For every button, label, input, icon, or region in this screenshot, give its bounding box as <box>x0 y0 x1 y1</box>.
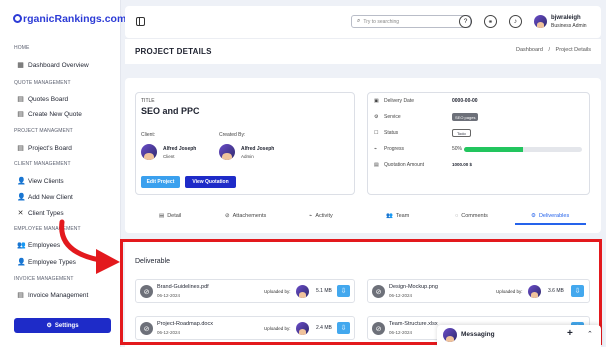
creator-role: Admin <box>241 154 254 159</box>
breadcrumb-dashboard[interactable]: Dashboard <box>516 47 543 53</box>
tab-detail[interactable]: ▤ Detail <box>159 213 181 219</box>
users-icon: 👥 <box>17 242 26 249</box>
activity-icon: ⌁ <box>309 213 313 219</box>
project-details-card: ▣ Delivery Date 0000-00-00 ⚙ Service SEO… <box>367 92 590 195</box>
delivery-date-value: 0000-00-00 <box>452 98 478 104</box>
status-badge: Todo <box>452 129 471 137</box>
user-name: bjwraleigh <box>551 15 581 21</box>
progress-value: 50% <box>452 146 463 152</box>
created-by-label: Created By: <box>219 132 246 138</box>
user-icon: 👤 <box>17 259 26 266</box>
amount-value: 1000.00 $ <box>452 162 473 167</box>
section-home: HOME <box>14 45 30 51</box>
client-name: Alfred Joseph <box>163 146 197 152</box>
sidebar-item-dashboard[interactable]: ▦ Dashboard Overview <box>17 61 89 70</box>
deliverables-icon: ⚙ <box>531 213 536 219</box>
add-user-icon: 👤 <box>17 194 26 201</box>
gear-icon: ⚙ <box>46 323 52 329</box>
team-icon: 👥 <box>386 213 393 219</box>
amount-label: Quotation Amount <box>384 162 425 168</box>
tab-deliverables[interactable]: ⚙ Deliverables <box>531 213 569 219</box>
progress-label: Progress <box>384 146 405 152</box>
sidebar-item-add-client[interactable]: 👤 Add New Client <box>17 193 73 202</box>
page-title: PROJECT DETAILS <box>135 47 212 56</box>
bell-icon[interactable]: ♪ <box>509 15 522 28</box>
search-icon: ⌕ <box>357 18 361 24</box>
messaging-avatar <box>443 328 457 342</box>
tab-attachments[interactable]: ⊘ Attachements <box>225 213 266 219</box>
section-quote: QUOTE MANAGEMENT <box>14 80 71 86</box>
sidebar-item-create-quote[interactable]: ▤ Create New Quote <box>17 110 82 119</box>
client-role: Client <box>163 154 175 159</box>
section-client: CLIENT MANAGEMENT <box>14 161 71 167</box>
help-icon[interactable]: ? <box>459 15 472 28</box>
chevron-up-icon[interactable]: ⌃ <box>587 330 593 338</box>
creator-avatar <box>219 144 235 160</box>
progress-fill <box>464 147 523 152</box>
project-title: SEO and PPC <box>141 106 200 116</box>
progress-icon: ⌁ <box>374 146 378 152</box>
document-icon: ▤ <box>17 111 24 118</box>
project-panel: TITLE SEO and PPC Client: Alfred Joseph … <box>125 78 601 233</box>
logo-o-icon <box>13 14 22 23</box>
sidebar: rganicRankings.com HOME ▦ Dashboard Overv… <box>0 0 126 347</box>
sidebar-item-quotes-board[interactable]: ▤ Quotes Board <box>17 95 68 104</box>
page-header: PROJECT DETAILS Dashboard / Project Deta… <box>125 38 601 64</box>
user-role: Business Admin <box>551 23 587 29</box>
settings-button[interactable]: ⚙ Settings <box>14 318 111 333</box>
title-label: TITLE <box>141 98 155 104</box>
view-quotation-button[interactable]: View Quotation <box>185 176 236 188</box>
breadcrumb-separator: / <box>548 47 550 53</box>
board-icon: ▤ <box>17 145 24 152</box>
service-label: Service <box>384 114 401 120</box>
client-avatar <box>141 144 157 160</box>
service-badge: SEO pages <box>452 113 479 121</box>
plus-icon[interactable]: + <box>567 328 573 339</box>
detail-icon: ▤ <box>159 213 165 219</box>
progress-bar <box>464 147 582 152</box>
active-tab-underline <box>515 223 586 225</box>
top-bar: ⌕ Try to searching ? ⚭ ♪ bjwraleigh Busin… <box>125 6 601 38</box>
user-avatar[interactable] <box>534 15 547 28</box>
paperclip-icon: ⊘ <box>225 213 230 219</box>
client-label: Client: <box>141 132 156 138</box>
annotation-arrow-icon <box>59 219 120 274</box>
dashboard-icon: ▦ <box>17 62 24 69</box>
delivery-date-label: Delivery Date <box>384 98 415 104</box>
sidebar-item-view-clients[interactable]: 👤 View Clients <box>17 177 64 186</box>
section-project: PROJECT MANAGMENT <box>14 128 73 134</box>
creator-name: Alfred Joseph <box>241 146 275 152</box>
sidebar-item-projects-board[interactable]: ▤ Project's Board <box>17 144 72 153</box>
invoice-icon: ▤ <box>17 292 24 299</box>
service-icon: ⚙ <box>374 114 379 120</box>
calendar-icon: ▣ <box>374 98 379 104</box>
board-icon: ▤ <box>17 96 24 103</box>
status-label: Status <box>384 130 399 136</box>
messaging-bar[interactable]: Messaging + ⌃ <box>437 325 601 347</box>
breadcrumb: Dashboard / Project Details <box>516 47 591 53</box>
tab-comments[interactable]: ◌ Comments <box>455 213 488 219</box>
amount-icon: ▤ <box>374 162 379 168</box>
tools-icon: ✕ <box>17 210 24 217</box>
project-summary-card: TITLE SEO and PPC Client: Alfred Joseph … <box>135 92 355 195</box>
search-input[interactable]: ⌕ Try to searching <box>351 15 471 28</box>
link-icon[interactable]: ⚭ <box>484 15 497 28</box>
logo[interactable]: rganicRankings.com <box>13 13 126 25</box>
tab-activity[interactable]: ⌁ Activity <box>309 213 333 219</box>
comment-icon: ◌ <box>455 213 459 219</box>
edit-project-button[interactable]: Edit Project <box>141 176 180 188</box>
sidebar-item-invoice[interactable]: ▤ Invoice Management <box>17 291 88 300</box>
user-icon: 👤 <box>17 178 26 185</box>
tab-team[interactable]: 👥 Team <box>386 213 409 219</box>
sidebar-item-client-types[interactable]: ✕ Client Types <box>17 209 64 218</box>
sidebar-toggle-icon[interactable] <box>136 17 145 26</box>
breadcrumb-current: Project Details <box>555 47 591 53</box>
status-icon: ☐ <box>374 130 379 136</box>
messaging-label: Messaging <box>461 331 495 338</box>
